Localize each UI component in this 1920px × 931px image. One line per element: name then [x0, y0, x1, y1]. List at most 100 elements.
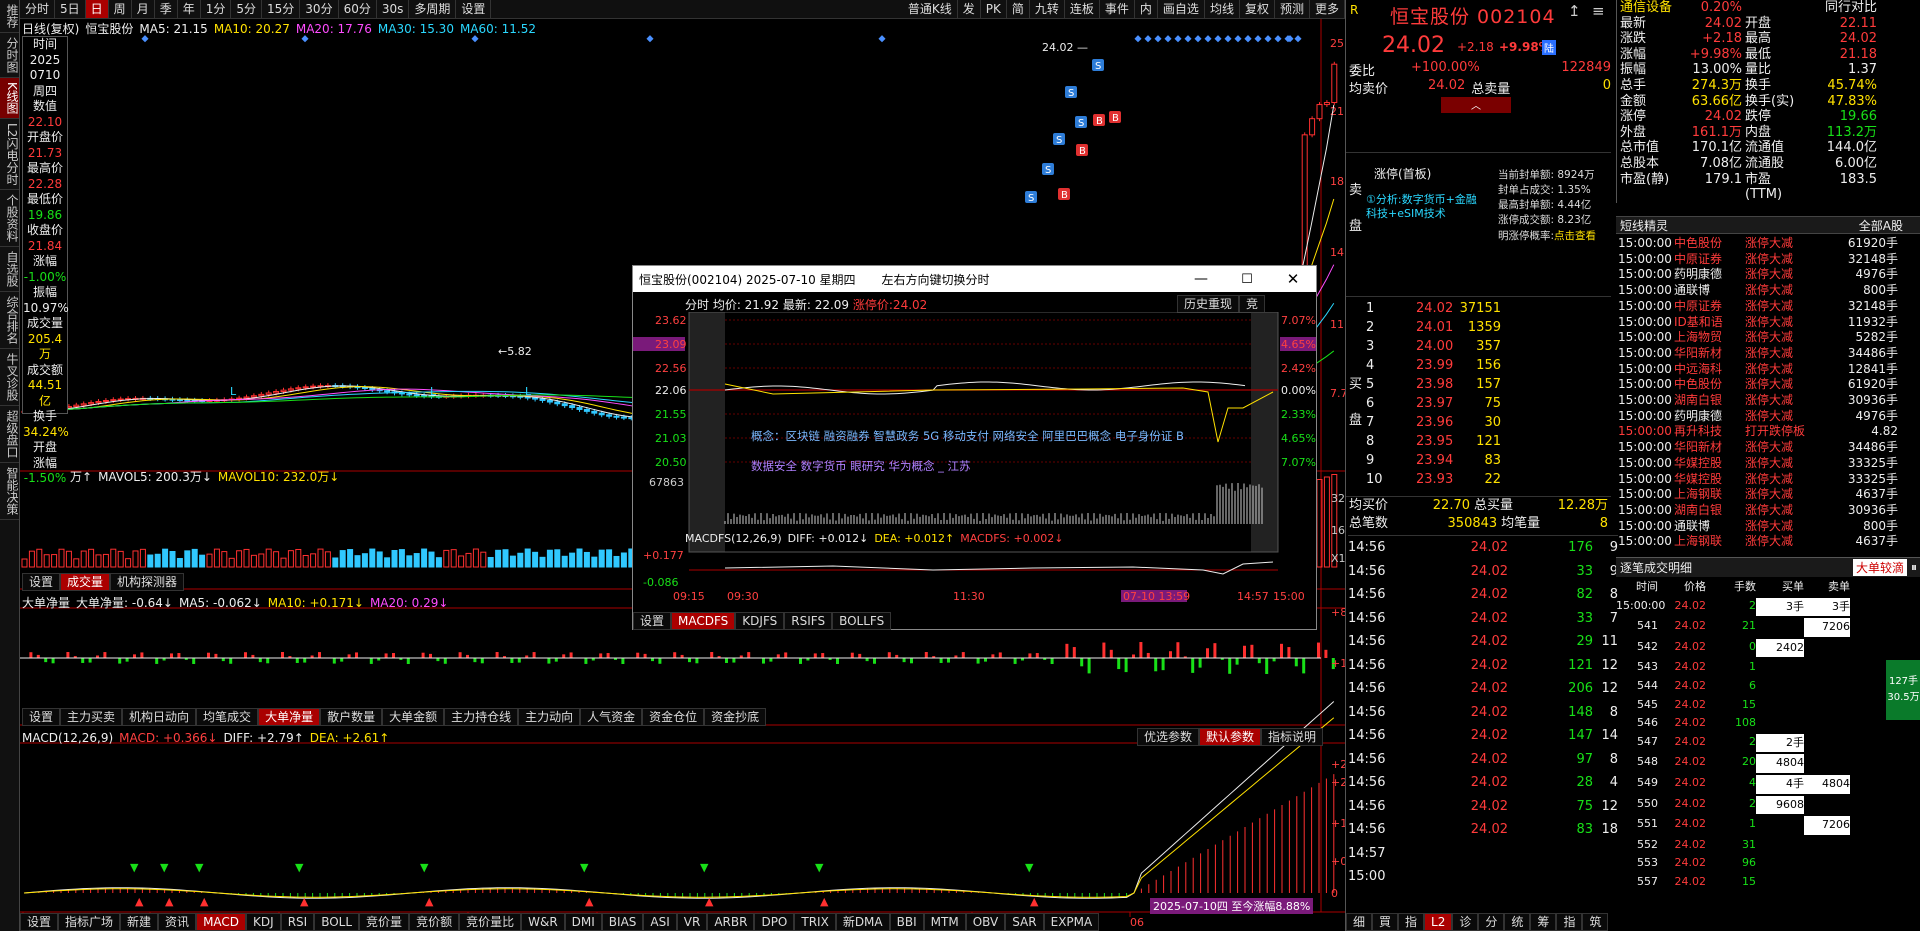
period-tab-3[interactable]: 周 — [109, 0, 132, 18]
pause-icon[interactable]: ⏸ — [1911, 560, 1917, 575]
tab-指标说明[interactable]: 指标说明 — [1261, 728, 1324, 746]
period-tab-1[interactable]: 5日 — [55, 0, 86, 18]
tab-BOLL[interactable]: BOLL — [314, 913, 360, 931]
period-tab-4[interactable]: 月 — [132, 0, 155, 18]
tab-大单金额[interactable]: 大单金额 — [382, 708, 445, 726]
buy-level-row[interactable]: 10 23.93 22 — [1366, 470, 1591, 489]
sidebar-item-8[interactable]: 超级盘口 — [0, 406, 19, 464]
tab-SAR[interactable]: SAR — [1005, 913, 1044, 931]
period-tab-12[interactable]: 30s — [377, 0, 410, 18]
tab-筑[interactable]: 筑 — [1582, 913, 1609, 931]
period-tab-8[interactable]: 5分 — [231, 0, 263, 18]
period-tab-9[interactable]: 15分 — [262, 0, 301, 18]
big-order-button[interactable]: 大单较滴 — [1852, 559, 1907, 576]
tab-KDJ[interactable]: KDJ — [246, 913, 281, 931]
tab-细[interactable]: 细 — [1346, 913, 1373, 931]
tab-MACD[interactable]: MACD — [196, 913, 247, 931]
toolbar-btn-4[interactable]: 九转 — [1030, 0, 1065, 18]
toolbar-btn-2[interactable]: PK — [981, 0, 1007, 18]
toolbar-btn-6[interactable]: 事件 — [1100, 0, 1135, 18]
tab-BIAS[interactable]: BIAS — [601, 913, 644, 931]
sidebar-item-2[interactable]: K线图 — [0, 78, 19, 119]
sidebar-item-3[interactable]: L2闪电分时 — [0, 119, 19, 191]
tab-TRIX[interactable]: TRIX — [794, 913, 836, 931]
toolbar-btn-0[interactable]: 普通K线 — [903, 0, 958, 18]
sidebar-item-9[interactable]: 智能决策 — [0, 463, 19, 521]
tab-人气资金[interactable]: 人气资金 — [580, 708, 643, 726]
short-line-row[interactable]: 15:00:00 华阳新材 涨停大减 34486手 — [1618, 346, 1920, 362]
short-line-row[interactable]: 15:00:00 上海钢联 涨停大减 4637手 — [1618, 487, 1920, 503]
short-line-row[interactable]: 15:00:00 中原证券 涨停大减 32148手 — [1618, 252, 1920, 268]
tab-VR[interactable]: VR — [676, 913, 708, 931]
toolbar-btn-1[interactable]: 发 — [958, 0, 981, 18]
short-line-row[interactable]: 15:00:00 通联博 涨停大减 800手 — [1618, 283, 1920, 299]
maximize-icon[interactable]: ☐ — [1224, 272, 1270, 287]
buy-level-row[interactable]: 1 24.02 37151 — [1366, 299, 1591, 318]
tab-设置[interactable]: 设置 — [22, 573, 61, 591]
short-line-row[interactable]: 15:00:00 ID基和语 涨停大减 11932手 — [1618, 315, 1920, 331]
minimize-icon[interactable]: — — [1178, 271, 1224, 287]
tab-大单净量[interactable]: 大单净量 — [258, 708, 321, 726]
tab-默认参数[interactable]: 默认参数 — [1199, 728, 1262, 746]
close-icon[interactable]: ✕ — [1270, 270, 1316, 288]
short-line-row[interactable]: 15:00:00 华阳新材 涨停大减 34486手 — [1618, 440, 1920, 456]
tab-RSIFS[interactable]: RSIFS — [784, 612, 833, 630]
tab-主力买卖[interactable]: 主力买卖 — [60, 708, 123, 726]
short-line-row[interactable]: 15:00:00 湖南白银 涨停大减 30936手 — [1618, 393, 1920, 409]
tab-指标广场[interactable]: 指标广场 — [58, 913, 121, 931]
tab-ARBR[interactable]: ARBR — [707, 913, 755, 931]
short-line-row[interactable]: 15:00:00 通联博 涨停大减 800手 — [1618, 519, 1920, 535]
tab-BBI[interactable]: BBI — [889, 913, 924, 931]
sidebar-item-6[interactable]: 综合排名 — [0, 292, 19, 350]
tab-成交量[interactable]: 成交量 — [60, 573, 111, 591]
tab-買[interactable]: 買 — [1372, 913, 1399, 931]
toolbar-btn-12[interactable]: 更多 — [1310, 0, 1345, 18]
buy-level-row[interactable]: 5 23.98 157 — [1366, 375, 1591, 394]
tab-设置[interactable]: 设置 — [633, 612, 672, 630]
tab-散户数量[interactable]: 散户数量 — [320, 708, 383, 726]
sidebar-item-5[interactable]: 自选股 — [0, 247, 19, 293]
buy-level-row[interactable]: 6 23.97 75 — [1366, 394, 1591, 413]
period-tab-7[interactable]: 1分 — [201, 0, 232, 18]
toolbar-btn-9[interactable]: 均线 — [1205, 0, 1240, 18]
tab-设置[interactable]: 设置 — [22, 708, 61, 726]
short-line-row[interactable]: 15:00:00 上海钢联 涨停大减 4637手 — [1618, 534, 1920, 550]
short-line-row[interactable]: 15:00:00 药明康德 涨停大减 4976手 — [1618, 267, 1920, 283]
buy-level-row[interactable]: 8 23.95 121 — [1366, 432, 1591, 451]
collapse-button[interactable]: ︿ — [1441, 97, 1511, 113]
tab-DMI[interactable]: DMI — [564, 913, 602, 931]
tab-均笔成交[interactable]: 均笔成交 — [196, 708, 259, 726]
sidebar-item-4[interactable]: 个股资料 — [0, 190, 19, 248]
market-filter[interactable]: 全部A股 — [1859, 217, 1920, 233]
tab-主力动向[interactable]: 主力动向 — [518, 708, 581, 726]
buy-level-row[interactable]: 4 23.99 156 — [1366, 356, 1591, 375]
short-line-row[interactable]: 15:00:00 中原证券 涨停大减 32148手 — [1618, 299, 1920, 315]
buy-level-row[interactable]: 3 24.00 357 — [1366, 337, 1591, 356]
toolbar-btn-10[interactable]: 复权 — [1240, 0, 1275, 18]
sidebar-item-0[interactable]: 推荐 — [0, 0, 19, 33]
tab-筹[interactable]: 筹 — [1530, 913, 1557, 931]
tab-竞价额[interactable]: 竞价额 — [409, 913, 460, 931]
buy-level-row[interactable]: 7 23.96 30 — [1366, 413, 1591, 432]
buy-level-row[interactable]: 9 23.94 83 — [1366, 451, 1591, 470]
tab-资金抄底[interactable]: 资金抄底 — [704, 708, 767, 726]
tab-诊[interactable]: 诊 — [1452, 913, 1479, 931]
tab-主力持仓线[interactable]: 主力持仓线 — [444, 708, 519, 726]
short-line-row[interactable]: 15:00:00 中远海科 涨停大减 12841手 — [1618, 362, 1920, 378]
period-tab-10[interactable]: 30分 — [300, 0, 339, 18]
history-replay-button[interactable]: 历史重现 — [1177, 295, 1240, 313]
tab-资讯[interactable]: 资讯 — [158, 913, 197, 931]
buy-level-row[interactable]: 2 24.01 1359 — [1366, 318, 1591, 337]
menu-icon[interactable]: ≡ — [1592, 2, 1605, 20]
tab-竞价量[interactable]: 竞价量 — [359, 913, 410, 931]
short-line-row[interactable]: 15:00:00 药明康德 涨停大减 4976手 — [1618, 409, 1920, 425]
tab-OBV[interactable]: OBV — [965, 913, 1006, 931]
toolbar-btn-11[interactable]: 预测 — [1275, 0, 1310, 18]
tab-分[interactable]: 分 — [1478, 913, 1505, 931]
tab-优选参数[interactable]: 优选参数 — [1137, 728, 1200, 746]
short-line-row[interactable]: 15:00:00 上海物贸 涨停大减 5282手 — [1618, 330, 1920, 346]
short-line-row[interactable]: 15:00:00 再升科技 打开跌停板 4.82 — [1618, 424, 1920, 440]
toolbar-btn-8[interactable]: 画自选 — [1158, 0, 1205, 18]
toolbar-btn-5[interactable]: 连板 — [1065, 0, 1100, 18]
short-line-row[interactable]: 15:00:00 华媒控股 涨停大减 33325手 — [1618, 472, 1920, 488]
